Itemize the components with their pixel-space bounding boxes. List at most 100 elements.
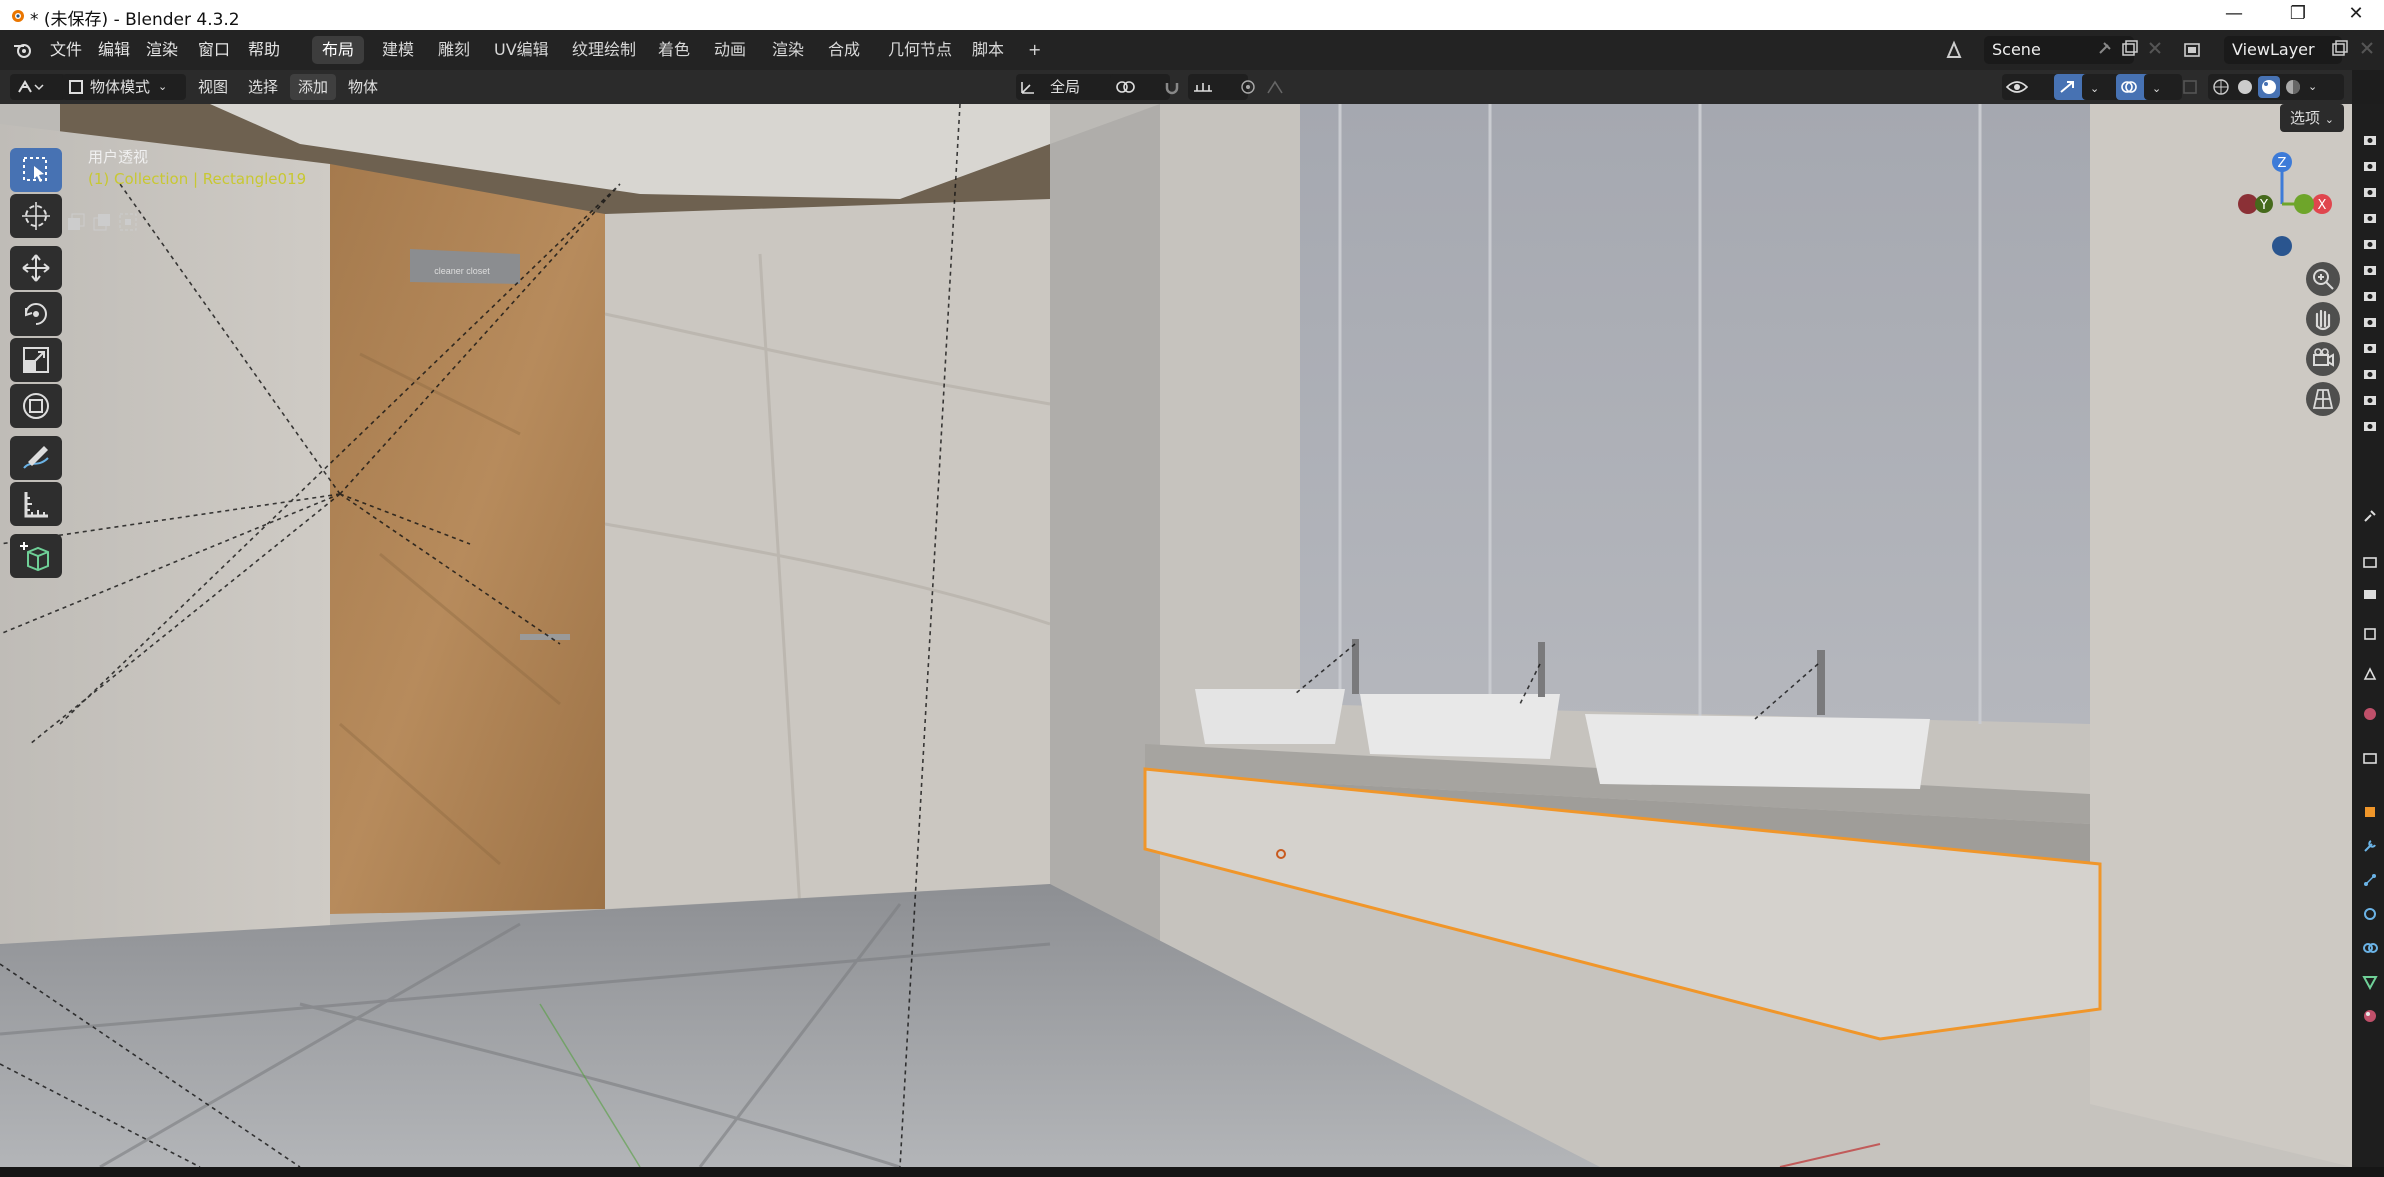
physics-icon[interactable] (2362, 906, 2378, 922)
tab-layout[interactable]: 布局 (312, 36, 365, 64)
camera-visibility-icon[interactable] (2362, 392, 2378, 408)
maximize-button[interactable]: ❐ (2270, 0, 2326, 30)
tab-sculpting[interactable]: 雕刻 (428, 36, 480, 64)
menu-help[interactable]: 帮助 (242, 38, 286, 62)
eye-icon (2006, 81, 2028, 93)
constraints-icon[interactable] (2362, 940, 2378, 956)
output-properties-icon[interactable] (2362, 586, 2378, 602)
remove-view-layer-icon[interactable] (2358, 39, 2376, 57)
tab-modeling[interactable]: 建模 (372, 36, 424, 64)
measure-ruler-icon (24, 492, 48, 518)
view-layer-properties-icon[interactable] (2362, 626, 2378, 642)
gizmo-y-label: Y (2259, 198, 2268, 213)
render-properties-icon[interactable] (2362, 554, 2378, 570)
object-properties-icon[interactable] (2362, 804, 2378, 820)
tab-rendering[interactable]: 渲染 (762, 36, 814, 64)
menu-add[interactable]: 添加 (290, 74, 337, 100)
gizmo-dropdown[interactable]: ⌄ (2082, 74, 2120, 100)
menu-object[interactable]: 物体 (340, 74, 386, 100)
tool-measure[interactable] (10, 482, 62, 526)
world-properties-icon[interactable] (2362, 706, 2378, 722)
camera-visibility-icon[interactable] (2362, 340, 2378, 356)
menu-window[interactable]: 窗口 (192, 38, 236, 62)
collection-properties-icon[interactable] (2362, 750, 2378, 766)
chevron-down-icon[interactable]: ⌄ (2308, 74, 2317, 100)
pin-icon[interactable] (2094, 39, 2114, 59)
camera-visibility-icon[interactable] (2362, 132, 2378, 148)
scene-icon[interactable] (1944, 39, 1964, 61)
solid-shading-icon[interactable] (2236, 78, 2254, 96)
rendered-shading-icon[interactable] (2284, 78, 2302, 96)
tab-texture-paint[interactable]: 纹理绘制 (562, 36, 646, 64)
tool-rotate[interactable] (10, 292, 62, 336)
camera-view-button[interactable] (2306, 342, 2340, 376)
camera-visibility-icon[interactable] (2362, 262, 2378, 278)
menu-edit[interactable]: 编辑 (92, 38, 136, 62)
visibility-dropdown[interactable] (2002, 74, 2062, 100)
zoom-button[interactable] (2306, 262, 2340, 296)
ortho-toggle-button[interactable] (2306, 382, 2340, 416)
add-cube-icon (20, 542, 49, 572)
camera-visibility-icon[interactable] (2362, 158, 2378, 174)
wireframe-shading-icon[interactable] (2212, 78, 2230, 96)
add-workspace-button[interactable]: + (1018, 36, 1051, 64)
tab-scripting[interactable]: 脚本 (962, 36, 1014, 64)
tool-transform[interactable] (10, 384, 62, 428)
minimize-button[interactable]: — (2206, 0, 2262, 30)
menu-view[interactable]: 视图 (190, 74, 236, 100)
select-subtract-icon[interactable] (66, 212, 86, 232)
tool-move[interactable] (10, 246, 62, 290)
select-intersect-icon[interactable] (118, 212, 138, 232)
material-icon[interactable] (2362, 1008, 2378, 1024)
proportional-falloff-dropdown[interactable] (1262, 74, 1312, 100)
tab-shading[interactable]: 着色 (648, 36, 700, 64)
cursor-icon (22, 202, 50, 230)
viewport-options-dropdown[interactable]: 选项 ⌄ (2280, 104, 2345, 132)
tool-select-box[interactable] (10, 148, 62, 192)
particles-icon[interactable] (2362, 872, 2378, 888)
camera-visibility-icon[interactable] (2362, 314, 2378, 330)
collection-info-label: (1) Collection | Rectangle019 (88, 170, 307, 188)
close-button[interactable]: ✕ (2328, 0, 2384, 30)
object-data-icon[interactable] (2362, 974, 2378, 990)
view-layer-selector[interactable]: ViewLayer (2224, 36, 2342, 64)
select-invert-icon[interactable] (92, 212, 112, 232)
axis-gizmo-icon: Z X Y (2238, 152, 2332, 256)
menu-render[interactable]: 渲染 (140, 38, 184, 62)
new-view-layer-icon[interactable] (2330, 39, 2350, 59)
editor-type-dropdown[interactable] (10, 74, 66, 100)
scene-properties-icon[interactable] (2362, 666, 2378, 682)
tool-scale[interactable] (10, 338, 62, 382)
blender-menu-icon[interactable] (12, 40, 34, 60)
tool-properties-icon[interactable] (2362, 508, 2378, 524)
view-layer-icon[interactable] (2182, 39, 2204, 61)
remove-scene-icon[interactable] (2146, 39, 2164, 57)
door-sign-text: cleaner closet (434, 266, 490, 276)
material-preview-shading-icon[interactable] (2258, 76, 2280, 98)
tab-uv-editing[interactable]: UV编辑 (484, 36, 559, 64)
menu-select[interactable]: 选择 (240, 74, 286, 100)
overlays-dropdown[interactable]: ⌄ (2144, 74, 2182, 100)
camera-visibility-icon[interactable] (2362, 184, 2378, 200)
transform-orientation-dropdown[interactable]: 全局 (1016, 74, 1116, 100)
tab-geometry-nodes[interactable]: 几何节点 (878, 36, 962, 64)
camera-visibility-icon[interactable] (2362, 418, 2378, 434)
tool-add-cube[interactable] (10, 534, 62, 578)
camera-visibility-icon[interactable] (2362, 366, 2378, 382)
tool-cursor[interactable] (10, 194, 62, 238)
navigation-gizmo[interactable]: Z X Y (2230, 150, 2340, 260)
gizmo-x-label: X (2318, 198, 2327, 213)
new-scene-icon[interactable] (2120, 39, 2140, 59)
window-titlebar: * (未保存) - Blender 4.3.2 — ❐ ✕ (0, 0, 2384, 30)
modifier-wrench-icon[interactable] (2362, 838, 2378, 854)
menu-file[interactable]: 文件 (44, 38, 88, 62)
pan-button[interactable] (2306, 302, 2340, 336)
camera-visibility-icon[interactable] (2362, 288, 2378, 304)
tab-compositing[interactable]: 合成 (818, 36, 870, 64)
camera-visibility-icon[interactable] (2362, 236, 2378, 252)
tab-animation[interactable]: 动画 (704, 36, 756, 64)
camera-visibility-icon[interactable] (2362, 210, 2378, 226)
3d-viewport[interactable]: cleaner closet 用户透视 (1) Collection | Rec… (0, 104, 2352, 1167)
mode-dropdown[interactable]: 物体模式 ⌄ (62, 74, 186, 100)
tool-annotate[interactable] (10, 436, 62, 480)
